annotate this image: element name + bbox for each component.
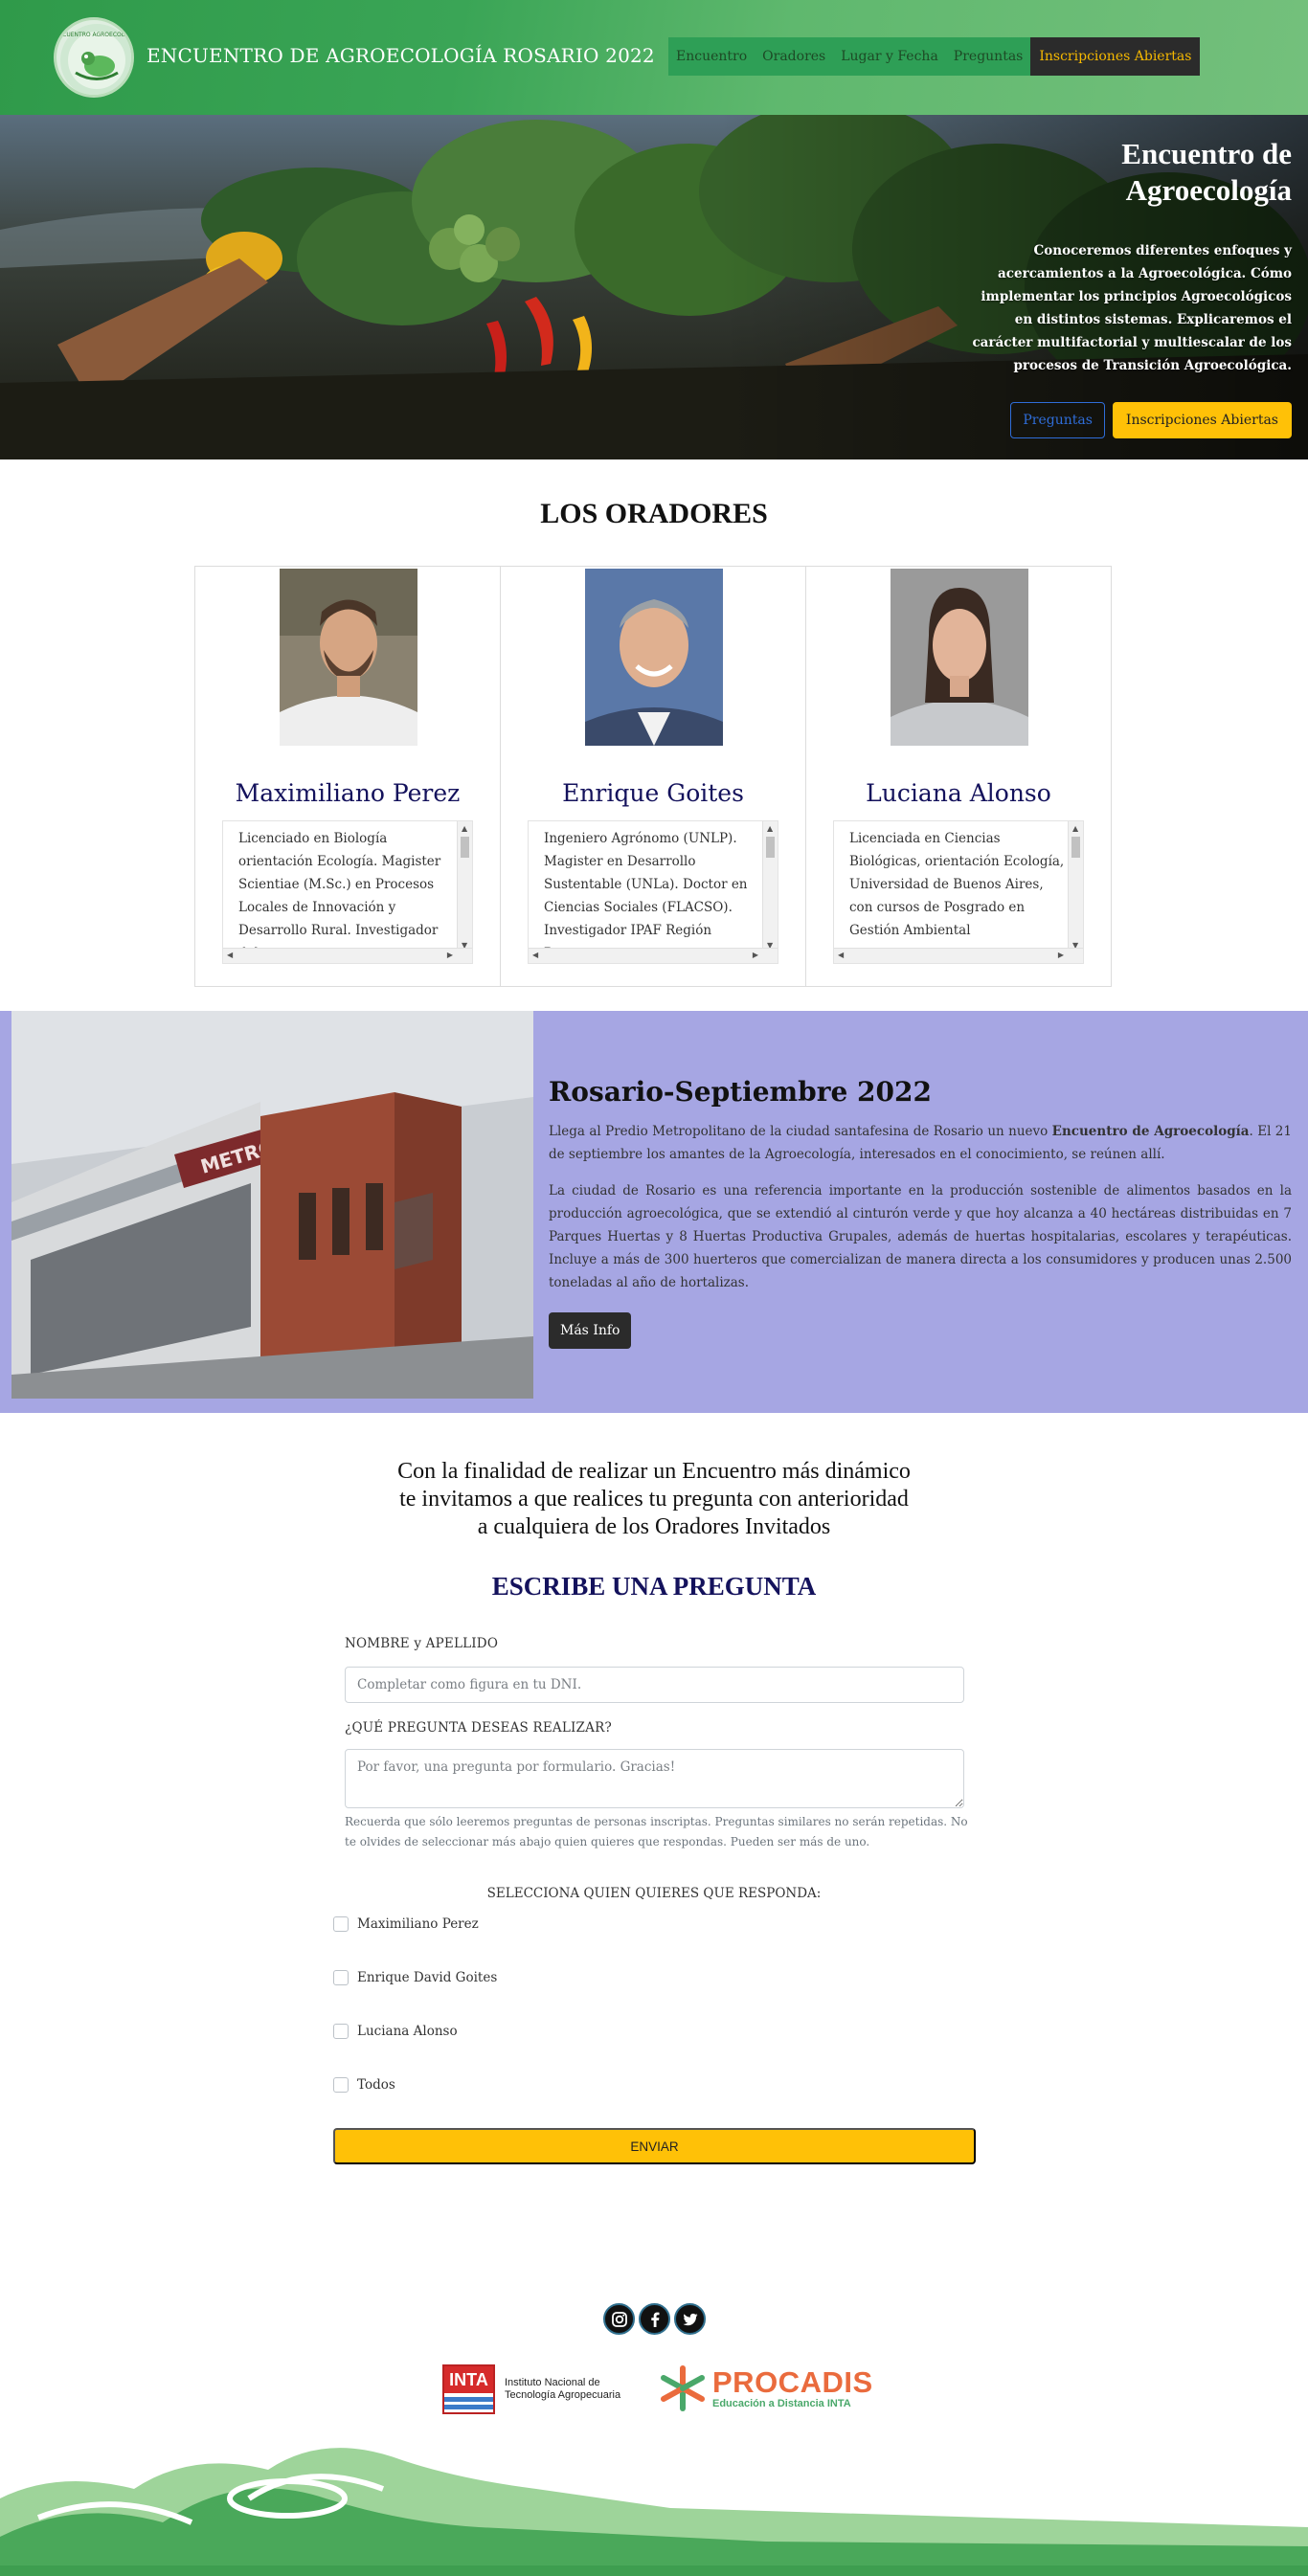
procadis-text: PROCADIS Educación a Distancia INTA <box>712 2365 873 2410</box>
scroll-right-icon[interactable]: ▶ <box>1058 951 1064 959</box>
svg-text:ENCUENTRO AGROECOLOGÍA: ENCUENTRO AGROECOLOGÍA <box>56 32 134 38</box>
speaker-bio: Licenciada en Ciencias Biológicas, orien… <box>849 831 1065 938</box>
procadis-icon <box>661 2365 705 2411</box>
question-textarea[interactable] <box>345 1749 964 1808</box>
speaker-photo <box>280 569 417 746</box>
checkbox-label: Luciana Alonso <box>357 2024 458 2039</box>
name-input[interactable] <box>345 1667 964 1703</box>
facebook-icon[interactable] <box>639 2303 670 2335</box>
form-help-text: Recuerda que sólo leeremos preguntas de … <box>345 1815 968 1848</box>
checkbox-todos[interactable]: Todos <box>333 2077 395 2093</box>
scroll-up-icon[interactable]: ▲ <box>767 824 773 833</box>
brand-logo[interactable]: ENCUENTRO AGROECOLOGÍA <box>54 17 134 98</box>
hero-title: Encuentro de Agroecología <box>1121 137 1292 207</box>
event-paragraph-2: La ciudad de Rosario es una referencia i… <box>549 1183 1292 1290</box>
checkbox-maximiliano-perez[interactable]: Maximiliano Perez <box>333 1916 479 1932</box>
horizontal-scrollbar[interactable]: ◀ ▶ <box>223 948 472 963</box>
select-speaker-label: SELECCIONA QUIEN QUIERES QUE RESPONDA: <box>486 1886 822 1901</box>
scroll-left-icon[interactable]: ◀ <box>227 951 233 959</box>
nav-link-preguntas[interactable]: Preguntas <box>945 37 1031 76</box>
checkbox-label: Enrique David Goites <box>357 1970 498 1985</box>
question-label: ¿QUÉ PREGUNTA DESEAS REALIZAR? <box>345 1720 612 1736</box>
main-nav: Encuentro Oradores Lugar y Fecha Pregunt… <box>668 37 1201 76</box>
inta-abbr: INTA <box>444 2366 493 2393</box>
form-intro: Con la finalidad de realizar un Encuentr… <box>0 1458 1308 1541</box>
speaker-card: Enrique Goites Ingeniero Agrónomo (UNLP)… <box>500 566 806 987</box>
procadis-logo[interactable]: PROCADIS Educación a Distancia INTA <box>659 2364 873 2412</box>
checkbox[interactable] <box>333 2024 349 2039</box>
enviar-button[interactable]: ENVIAR <box>333 2128 976 2164</box>
preguntas-button[interactable]: Preguntas <box>1010 402 1105 438</box>
scroll-up-icon[interactable]: ▲ <box>462 824 467 833</box>
checkbox-label: Maximiliano Perez <box>357 1916 479 1932</box>
horizontal-scrollbar[interactable]: ◀ ▶ <box>529 948 778 963</box>
scroll-left-icon[interactable]: ◀ <box>532 951 538 959</box>
inta-name: Instituto Nacional de Tecnología Agropec… <box>505 2377 620 2402</box>
footer-wave-decoration <box>0 2431 1308 2576</box>
inta-name-line: Instituto Nacional de <box>505 2377 600 2388</box>
checkbox-enrique-goites[interactable]: Enrique David Goites <box>333 1970 497 1985</box>
speaker-bio-scrollbox[interactable]: Licenciado en Biología orientación Ecolo… <box>222 820 473 964</box>
speakers-title: LOS ORADORES <box>540 498 768 529</box>
mas-info-button[interactable]: Más Info <box>549 1312 632 1349</box>
speaker-photo <box>891 569 1028 746</box>
event-paragraph-1-text: Llega al Predio Metropolitano de la ciud… <box>549 1124 1052 1139</box>
vertical-scrollbar[interactable]: ▲ ▼ <box>762 821 778 952</box>
speaker-photo <box>585 569 723 746</box>
speaker-card: Luciana Alonso Licenciada en Ciencias Bi… <box>805 566 1112 987</box>
speakers-cards: Maximiliano Perez Licenciado en Biología… <box>194 566 1112 987</box>
nav-link-inscripciones[interactable]: Inscripciones Abiertas <box>1030 37 1201 76</box>
speaker-name: Enrique Goites <box>562 779 744 807</box>
scroll-left-icon[interactable]: ◀ <box>838 951 844 959</box>
venue-image: METROPOLITANO <box>11 1011 533 1399</box>
form-intro-line: Con la finalidad de realizar un Encuentr… <box>397 1459 911 1484</box>
hero-buttons: Preguntas Inscripciones Abiertas <box>1010 402 1292 438</box>
speaker-bio: Ingeniero Agrónomo (UNLP). Magister en D… <box>544 831 748 961</box>
speaker-card: Maximiliano Perez Licenciado en Biología… <box>194 566 501 987</box>
checkbox[interactable] <box>333 2077 349 2093</box>
instagram-icon[interactable] <box>603 2303 635 2335</box>
event-section: METROPOLITANO Rosario-Septiembre 2022 Ll… <box>0 1011 1308 1413</box>
scroll-up-icon[interactable]: ▲ <box>1072 824 1078 833</box>
inscripciones-button[interactable]: Inscripciones Abiertas <box>1112 402 1292 438</box>
event-title: Rosario-Septiembre 2022 <box>549 1076 932 1108</box>
nav-link-encuentro[interactable]: Encuentro <box>668 37 755 76</box>
vertical-scrollbar[interactable]: ▲ ▼ <box>457 821 472 952</box>
form-title: ESCRIBE UNA PREGUNTA <box>491 1572 817 1601</box>
event-highlight: Encuentro de Agroecología <box>1051 1124 1250 1139</box>
hero-description: Conoceremos diferentes enfoques y acerca… <box>972 243 1292 373</box>
scroll-right-icon[interactable]: ▶ <box>753 951 758 959</box>
form-intro-line: te invitamos a que realices tu pregunta … <box>399 1487 909 1512</box>
form-intro-line: a cualquiera de los Oradores Invitados <box>477 1514 831 1539</box>
procadis-name: PROCADIS <box>712 2365 873 2399</box>
name-label: NOMBRE y APELLIDO <box>345 1636 499 1651</box>
inta-mark: INTA <box>442 2364 495 2414</box>
event-paragraph-1: Llega al Predio Metropolitano de la ciud… <box>549 1120 1292 1166</box>
scroll-right-icon[interactable]: ▶ <box>447 951 453 959</box>
speaker-name: Luciana Alonso <box>866 779 1051 807</box>
speaker-name: Maximiliano Perez <box>235 779 461 807</box>
checkbox-label: Todos <box>357 2077 395 2093</box>
checkbox[interactable] <box>333 1916 349 1932</box>
inta-name-line: Tecnología Agropecuaria <box>505 2389 621 2401</box>
speaker-bio-scrollbox[interactable]: Ingeniero Agrónomo (UNLP). Magister en D… <box>528 820 778 964</box>
speaker-bio-scrollbox[interactable]: Licenciada en Ciencias Biológicas, orien… <box>833 820 1084 964</box>
horizontal-scrollbar[interactable]: ◀ ▶ <box>834 948 1083 963</box>
social-links <box>603 2303 706 2335</box>
speaker-bio: Licenciado en Biología orientación Ecolo… <box>238 831 441 961</box>
checkbox-luciana-alonso[interactable]: Luciana Alonso <box>333 2024 458 2039</box>
procadis-subtitle: Educación a Distancia INTA <box>712 2398 851 2409</box>
hero-banner: Encuentro de Agroecología Conoceremos di… <box>0 115 1308 459</box>
vertical-scrollbar[interactable]: ▲ ▼ <box>1068 821 1083 952</box>
nav-link-lugar-fecha[interactable]: Lugar y Fecha <box>833 37 946 76</box>
nav-link-oradores[interactable]: Oradores <box>755 37 834 76</box>
brand-title[interactable]: ENCUENTRO DE AGROECOLOGÍA ROSARIO 2022 <box>147 44 655 67</box>
inta-logo[interactable]: INTA Instituto Nacional de Tecnología Ag… <box>442 2364 620 2414</box>
checkbox[interactable] <box>333 1970 349 1985</box>
twitter-icon[interactable] <box>674 2303 706 2335</box>
navbar: ENCUENTRO AGROECOLOGÍA ENCUENTRO DE AGRO… <box>0 0 1308 115</box>
